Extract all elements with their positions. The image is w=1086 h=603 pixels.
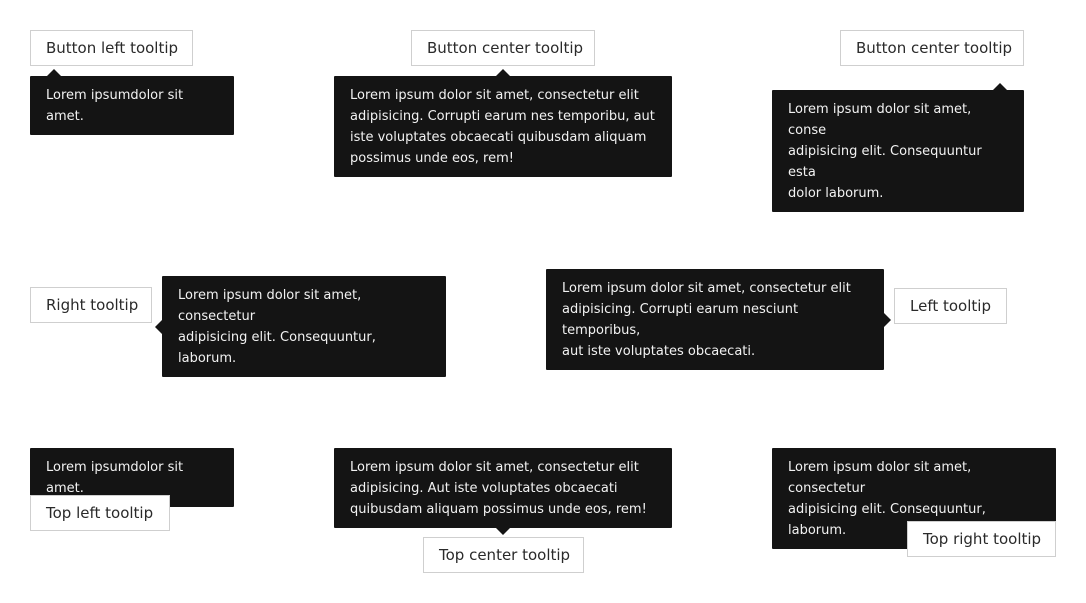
tooltip-line: adipisicing. Corrupti earum nesciunt tem… xyxy=(562,302,799,338)
tooltip-line: Lorem ipsumdolor sit amet. xyxy=(46,88,184,124)
top-left-tooltip-button[interactable]: Top left tooltip xyxy=(30,495,170,531)
tooltip-line: Lorem ipsum dolor sit amet, consectetur … xyxy=(350,460,639,475)
button-left-tooltip-button[interactable]: Button left tooltip xyxy=(30,30,193,66)
tooltip-line: Lorem ipsumdolor sit amet. xyxy=(46,460,184,496)
top-center-tooltip-button[interactable]: Top center tooltip xyxy=(423,537,584,573)
tooltip-line: adipisicing elit. Consequuntur, laborum. xyxy=(178,330,376,366)
tooltip-line: quibusdam aliquam possimus unde eos, rem… xyxy=(350,502,647,517)
tooltip-line: aut iste voluptates obcaecati. xyxy=(562,344,756,359)
tooltip-line: Lorem ipsum dolor sit amet, consectetur … xyxy=(350,88,639,103)
tooltip-line: Lorem ipsum dolor sit amet, consectetur … xyxy=(562,281,851,296)
bottom-left-tooltip: Lorem ipsumdolor sit amet. xyxy=(30,69,234,135)
button-center-tooltip-button[interactable]: Button center tooltip xyxy=(411,30,595,66)
tooltip-line: iste voluptates obcaecati quibusdam aliq… xyxy=(350,130,647,145)
right-tooltip: Lorem ipsum dolor sit amet, consectetur … xyxy=(155,276,446,377)
left-tooltip: Lorem ipsum dolor sit amet, consectetur … xyxy=(546,269,891,370)
top-right-tooltip-button[interactable]: Top right tooltip xyxy=(907,521,1056,557)
tooltip-line: dolor laborum. xyxy=(788,186,884,201)
tooltip-line: adipisicing. Corrupti earum nes temporib… xyxy=(350,109,655,124)
tooltip-line: adipisicing. Aut iste voluptates obcaeca… xyxy=(350,481,618,496)
bottom-center-tooltip: Lorem ipsum dolor sit amet, consectetur … xyxy=(334,69,672,177)
bottom-right-tooltip: Lorem ipsum dolor sit amet, conse adipis… xyxy=(772,83,1024,212)
button-right-tooltip-button[interactable]: Button center tooltip xyxy=(840,30,1024,66)
tooltip-line: adipisicing elit. Consequuntur esta xyxy=(788,144,982,180)
left-tooltip-button[interactable]: Left tooltip xyxy=(894,288,1007,324)
top-center-tooltip: Lorem ipsum dolor sit amet, consectetur … xyxy=(334,448,672,535)
tooltip-line: Lorem ipsum dolor sit amet, consectetur xyxy=(788,460,972,496)
tooltip-line: Lorem ipsum dolor sit amet, consectetur xyxy=(178,288,362,324)
right-tooltip-button[interactable]: Right tooltip xyxy=(30,287,152,323)
tooltip-line: Lorem ipsum dolor sit amet, conse xyxy=(788,102,972,138)
tooltip-line: possimus unde eos, rem! xyxy=(350,151,514,166)
